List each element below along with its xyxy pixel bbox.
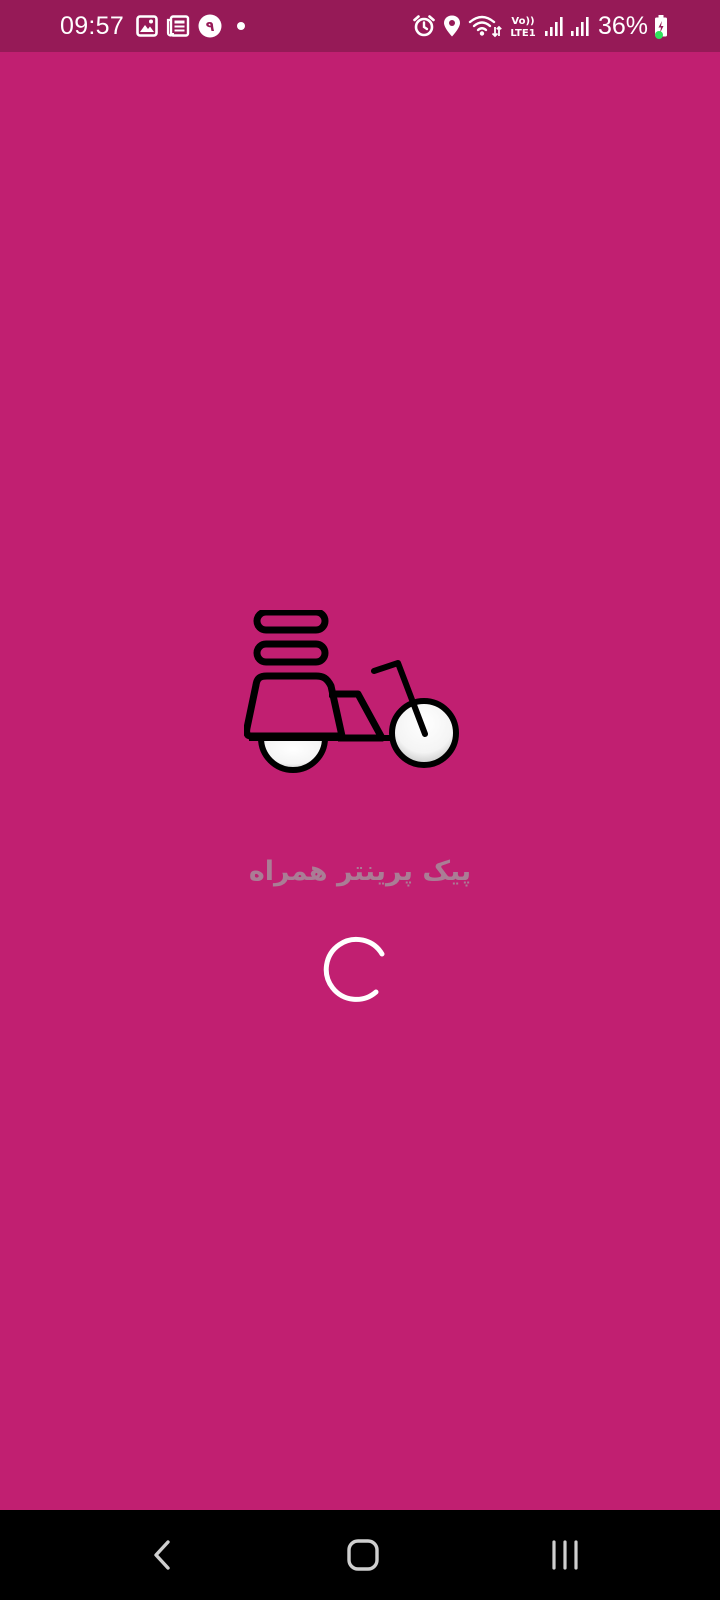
- news-icon: [166, 15, 190, 37]
- home-icon: [347, 1539, 379, 1571]
- splash-screen: پیک پرینتر همراه: [0, 52, 720, 1510]
- image-icon: [136, 15, 158, 37]
- status-time: 09:57: [60, 12, 125, 40]
- wifi-icon: [468, 15, 502, 38]
- signal-icon: [544, 17, 563, 36]
- back-button[interactable]: [102, 1510, 222, 1600]
- calendar-badge-text: ۹: [206, 19, 215, 35]
- delivery-scooter-icon: [244, 610, 459, 773]
- alarm-icon: [413, 15, 435, 37]
- charging-indicator-dot: [655, 31, 663, 39]
- loading-spinner-icon: [323, 936, 385, 1002]
- location-icon: [443, 15, 460, 37]
- dot-icon: [237, 22, 245, 30]
- recents-button[interactable]: [505, 1510, 625, 1600]
- back-icon: [154, 1540, 170, 1570]
- battery-percentage: 36%: [597, 12, 648, 40]
- signal-icon: [570, 17, 589, 36]
- app-title: پیک پرینتر همراه: [248, 856, 472, 887]
- lte-label: LTE1: [510, 28, 535, 38]
- home-button[interactable]: [303, 1510, 423, 1600]
- recents-icon: [552, 1540, 578, 1570]
- calendar-badge-icon: ۹: [198, 14, 222, 38]
- volte-lte-icon: Vo)) LTE1: [510, 16, 535, 38]
- status-bar: 09:57 ۹ Vo)) LTE1 36%: [0, 0, 720, 52]
- volte-label: Vo)): [511, 16, 534, 27]
- navigation-bar: [0, 1510, 720, 1600]
- notification-icons: ۹: [136, 12, 248, 40]
- system-icons: Vo)) LTE1 36%: [412, 12, 668, 40]
